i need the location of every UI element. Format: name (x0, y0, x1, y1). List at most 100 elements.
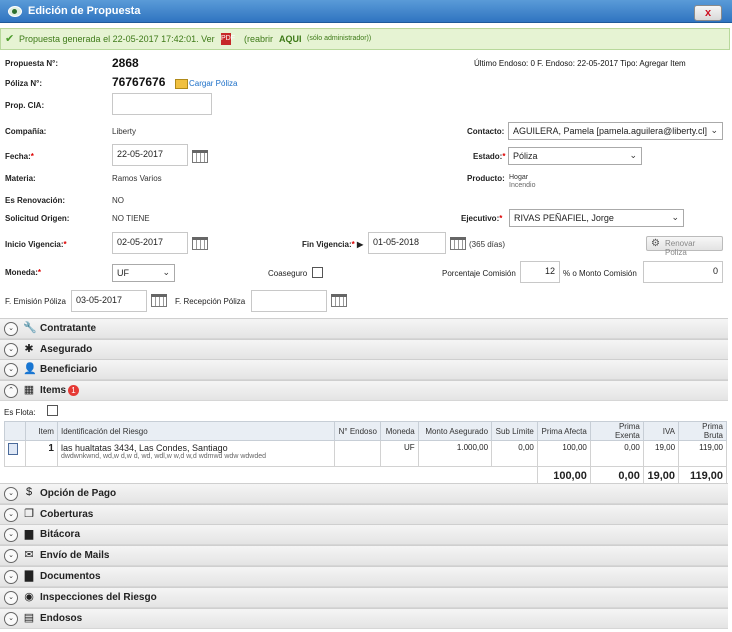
contacto-select[interactable]: AGUILERA, Pamela [pamela.aguilera@libert… (508, 122, 723, 140)
producto-value: Hogar (509, 174, 529, 181)
renovacion-value: NO (112, 196, 124, 205)
column-header: Prima Exenta (589, 421, 644, 441)
chevron-down-icon: ⌄ (4, 528, 18, 542)
calendar-icon[interactable] (151, 294, 167, 307)
section-contratante[interactable]: ⌄ 🔧 Contratante (0, 318, 728, 339)
f-recepcion-input[interactable] (251, 290, 327, 312)
section-beneficiario[interactable]: ⌄ 👤 Beneficiario (0, 359, 728, 380)
total-prima-bruta: 119,00 (678, 466, 727, 485)
materia-value: Ramos Varios (112, 174, 162, 183)
coaseguro-label: Coaseguro (268, 269, 308, 278)
producto-sub: Incendio (509, 182, 536, 189)
calendar-icon[interactable] (192, 237, 208, 250)
dias-text: (365 días) (469, 240, 506, 249)
close-button[interactable]: x (694, 5, 722, 21)
section-envio-de-mails[interactable]: ⌄ ✉ Envío de Mails (0, 545, 728, 566)
estado-select[interactable]: Póliza ⌄ (508, 147, 642, 165)
moneda-cell: UF (379, 440, 419, 467)
moneda-value: UF (117, 268, 129, 278)
document-icon[interactable] (8, 443, 18, 455)
column-header: Monto Asegurado (417, 421, 493, 441)
contacto-label: Contacto: (467, 127, 505, 136)
fin-vigencia-input[interactable]: 01-05-2018 (368, 232, 446, 254)
section-asegurado[interactable]: ⌄ ✱ Asegurado (0, 339, 728, 360)
f-emision-input[interactable]: 03-05-2017 (71, 290, 147, 312)
porcentaje-comision-input[interactable]: 12 (520, 261, 560, 283)
calendar-icon[interactable] (192, 150, 208, 163)
column-header: Identificación del Riesgo (56, 421, 336, 441)
cargar-poliza-link[interactable]: Cargar Póliza (189, 79, 237, 88)
section-items[interactable]: ⌃ ▦ Items 1 (0, 380, 728, 401)
chevron-up-icon: ⌃ (4, 384, 18, 398)
section-title: Asegurado (40, 344, 93, 355)
f-emision-label: F. Emisión Póliza (5, 297, 66, 306)
notice-reopen-prefix: (reabrir (244, 34, 274, 44)
coaseguro-checkbox[interactable] (312, 267, 323, 278)
producto-label: Producto: (467, 174, 505, 183)
calendar-icon[interactable] (331, 294, 347, 307)
section-inspecciones-del-riesgo[interactable]: ⌄ ◉ Inspecciones del Riesgo (0, 587, 728, 608)
grid-icon: ▦ (23, 384, 35, 396)
moneda-select[interactable]: UF ⌄ (112, 264, 175, 282)
window-titlebar: Edición de Propuesta x (0, 0, 732, 23)
section-title: Inspecciones del Riesgo (40, 592, 157, 603)
chevron-down-icon: ⌄ (4, 549, 18, 563)
porcentaje-comision-label: Porcentaje Comisión (442, 269, 516, 278)
estado-label: Estado:* (473, 152, 506, 161)
renovar-poliza-button[interactable]: ⚙ Renovar Poliza (646, 236, 723, 257)
f-recepcion-label: F. Recepción Póliza (175, 297, 246, 306)
section-endosos[interactable]: ⌄ ▤ Endosos (0, 608, 728, 629)
section-coberturas[interactable]: ⌄ ❐ Coberturas (0, 504, 728, 525)
folder-icon[interactable] (175, 79, 188, 89)
section-documentos[interactable]: ⌄ ▇ Documentos (0, 566, 728, 587)
chevron-down-icon: ⌄ (671, 212, 679, 222)
total-prima-afecta: 100,00 (536, 466, 591, 485)
prima-exenta-cell: 0,00 (589, 440, 644, 467)
propuesta-number: 2868 (112, 56, 139, 70)
riesgo-description: dwdwnkwnd, wd,w d,w d, wd, wdl,w w,d w,d… (60, 453, 266, 460)
column-header: N° Endoso (334, 421, 381, 441)
fecha-input[interactable]: 22-05-2017 (112, 144, 188, 166)
reopen-link[interactable]: AQUI (279, 34, 302, 44)
chevron-down-icon: ⌄ (4, 508, 18, 522)
section-title: Bitácora (40, 529, 81, 540)
column-header: Prima Afecta (536, 421, 591, 441)
section-title: Coberturas (40, 509, 94, 520)
row-edit-cell[interactable] (3, 440, 27, 467)
ejecutivo-value: RIVAS PEÑAFIEL, Jorge (514, 213, 614, 223)
monto-comision-input[interactable]: 0 (643, 261, 723, 283)
section-title: Endosos (40, 613, 83, 624)
chevron-down-icon: ⌄ (4, 363, 18, 377)
dollar-icon: $ (25, 486, 33, 498)
eye-icon: ◉ (24, 591, 34, 603)
ejecutivo-select[interactable]: RIVAS PEÑAFIEL, Jorge ⌄ (509, 209, 684, 227)
chevron-down-icon: ⌄ (4, 591, 18, 605)
table-row[interactable]: 1 las hualtatas 3434, Las Condes, Santia… (3, 440, 727, 467)
total-iva: 19,00 (642, 466, 680, 485)
calendar-icon[interactable] (450, 237, 466, 250)
gear-icon: ✱ (24, 343, 34, 355)
chevron-down-icon: ⌄ (629, 150, 637, 160)
book-icon: ▆ (24, 528, 34, 540)
notice-text: Propuesta generada el 22-05-2017 17:42:0… (19, 34, 215, 44)
poliza-number: 76767676 (112, 75, 166, 89)
contacto-value: AGUILERA, Pamela [pamela.aguilera@libert… (513, 126, 708, 136)
prima-afecta-cell: 100,00 (536, 440, 591, 467)
section-opcion-de-pago[interactable]: ⌄ $ Opción de Pago (0, 483, 728, 504)
column-header: IVA (642, 421, 680, 441)
prop-cia-input[interactable] (112, 93, 212, 115)
prop-cia-label: Prop. CIA: (5, 101, 45, 110)
poliza-label: Póliza N°: (5, 79, 42, 88)
pdf-icon[interactable]: PDF (221, 33, 235, 45)
compania-label: Compañía: (5, 127, 47, 136)
renovacion-label: Es Renovación: (5, 196, 66, 205)
section-title: Envío de Mails (40, 550, 110, 561)
chevron-down-icon: ⌄ (4, 343, 18, 357)
inicio-vigencia-input[interactable]: 02-05-2017 (112, 232, 188, 254)
ultimo-endoso-info: Último Endoso: 0 F. Endoso: 22-05-2017 T… (474, 59, 686, 68)
es-flota-checkbox[interactable] (47, 405, 58, 416)
wrench-icon: 🔧 (23, 322, 37, 334)
materia-label: Materia: (5, 174, 36, 183)
section-bitacora[interactable]: ⌄ ▆ Bitácora (0, 524, 728, 545)
prima-bruta-cell: 119,00 (678, 440, 727, 467)
